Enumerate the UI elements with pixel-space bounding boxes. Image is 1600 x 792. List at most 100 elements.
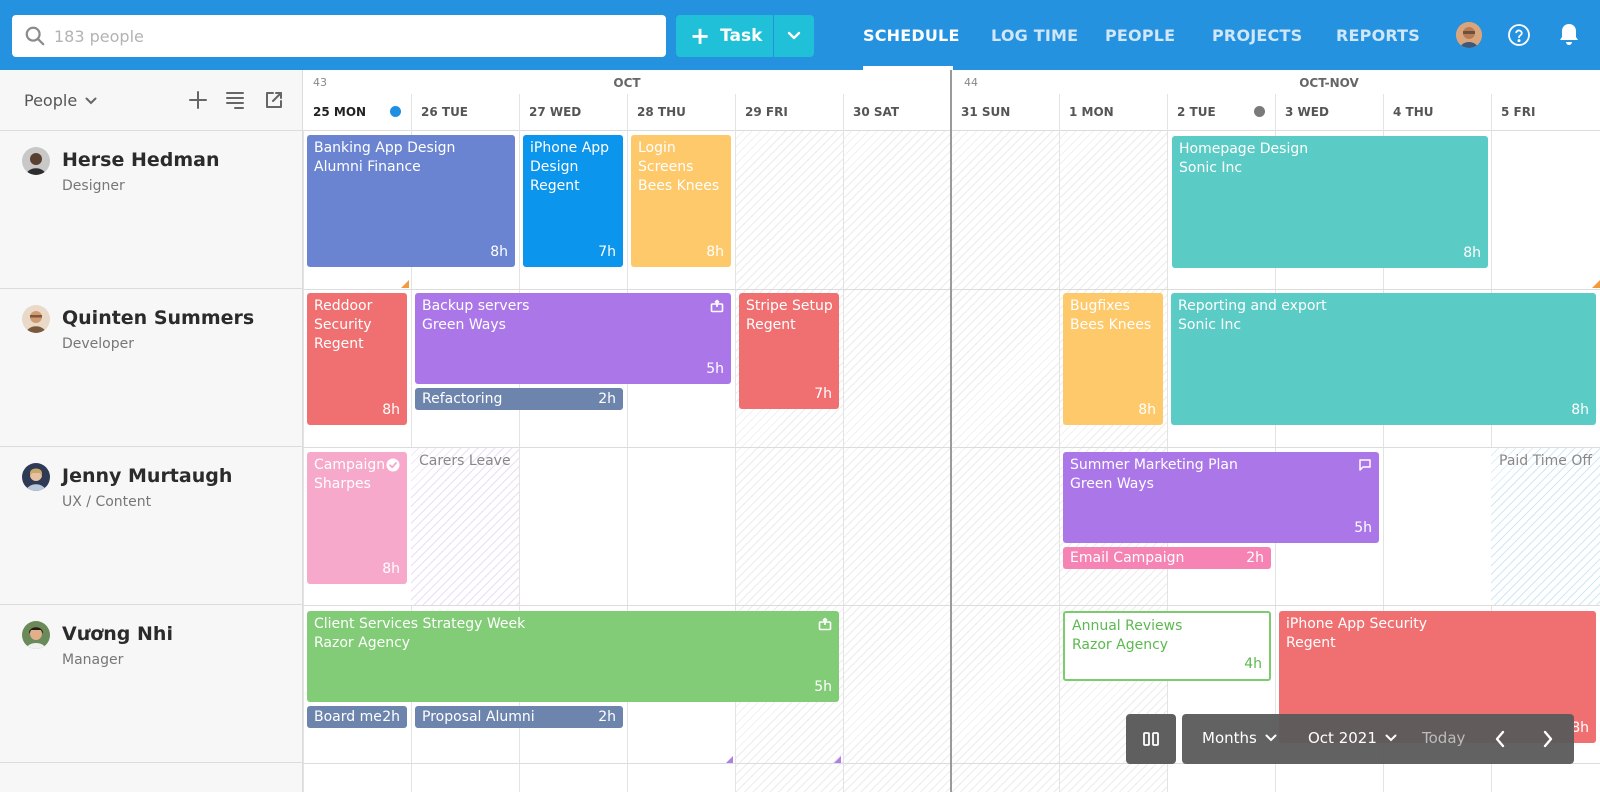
- help-icon[interactable]: [1507, 23, 1531, 47]
- overtime-marker: [1592, 280, 1600, 288]
- day-label: 29 FRI: [745, 105, 788, 119]
- task-client: Green Ways: [1070, 476, 1154, 492]
- comment-icon: [1359, 459, 1371, 471]
- task-block[interactable]: Proposal Alumni 2h: [415, 706, 623, 728]
- task-hours: 2h: [598, 391, 616, 407]
- view-mode-dropdown[interactable]: Months: [1202, 729, 1277, 747]
- person-name: Herse Hedman: [62, 149, 220, 171]
- task-hours: 4h: [1244, 656, 1262, 672]
- day-column-weekend[interactable]: [951, 131, 1059, 792]
- task-block[interactable]: Reddoor Security Regent 8h: [307, 293, 407, 425]
- task-block[interactable]: Summer Marketing Plan Green Ways 5h: [1063, 452, 1379, 543]
- divider: [843, 94, 844, 131]
- export-icon[interactable]: [264, 90, 284, 110]
- person-role: Manager: [62, 652, 124, 668]
- leave-block[interactable]: Carers Leave: [411, 448, 519, 605]
- task-title: iPhone App Security: [1286, 616, 1427, 632]
- chevron-down-icon: [787, 31, 801, 40]
- divider: [627, 94, 628, 131]
- task-block[interactable]: Board me 2h: [307, 706, 407, 728]
- chevron-down-icon: [85, 97, 97, 104]
- task-block[interactable]: Login Screens Bees Knees 8h: [631, 135, 731, 267]
- task-block[interactable]: Homepage Design Sonic Inc 8h: [1172, 136, 1488, 268]
- user-avatar[interactable]: [1456, 22, 1482, 48]
- period-dropdown[interactable]: Oct 2021: [1308, 729, 1397, 747]
- task-hours: 7h: [598, 244, 616, 260]
- task-block[interactable]: Stripe Setup Regent 7h: [739, 293, 839, 409]
- people-sidebar: People Herse Hedman Designer Quinten Sum…: [0, 70, 303, 792]
- task-block[interactable]: Email Campaign 2h: [1063, 547, 1271, 569]
- chevron-right-icon[interactable]: [1542, 730, 1554, 748]
- chevron-left-icon[interactable]: [1494, 730, 1506, 748]
- list-view-icon[interactable]: [225, 90, 245, 110]
- task-block[interactable]: Bugfixes Bees Knees 8h: [1063, 293, 1163, 425]
- person-row: Herse Hedman Designer: [0, 131, 303, 289]
- task-hours: 8h: [1463, 245, 1481, 261]
- task-title: iPhone App Design: [530, 140, 610, 175]
- toggle-view-button[interactable]: [1126, 714, 1176, 764]
- repeat-icon: [710, 299, 724, 313]
- task-block-tentative[interactable]: Annual Reviews Razor Agency 4h: [1063, 611, 1271, 681]
- bell-icon[interactable]: [1557, 22, 1581, 48]
- task-title: Stripe Setup: [746, 298, 832, 314]
- nav-people[interactable]: PEOPLE: [1105, 26, 1175, 45]
- divider: [1491, 94, 1492, 131]
- today-button[interactable]: Today: [1422, 729, 1465, 747]
- add-task-button[interactable]: + Task: [676, 15, 773, 57]
- divider: [1059, 94, 1060, 131]
- day-label: 27 WED: [529, 105, 582, 119]
- task-hours: 7h: [814, 386, 832, 402]
- task-client: Sharpes: [314, 476, 371, 492]
- day-label: 30 SAT: [853, 105, 900, 119]
- task-block[interactable]: Refactoring 2h: [415, 388, 623, 410]
- task-block[interactable]: Backup servers Green Ways 5h: [415, 293, 731, 384]
- day-column-weekend[interactable]: [843, 131, 951, 792]
- person-row: Vương Nhi Manager: [0, 605, 303, 763]
- person-role: UX / Content: [62, 494, 152, 510]
- add-person-icon[interactable]: [188, 90, 208, 110]
- avatar[interactable]: [22, 463, 50, 491]
- nav-schedule[interactable]: SCHEDULE: [863, 26, 960, 45]
- person-row: Quinten Summers Developer: [0, 289, 303, 447]
- task-client: Regent: [314, 336, 364, 352]
- day-label: 31 SUN: [961, 105, 1011, 119]
- divider: [1167, 94, 1168, 131]
- task-hours: 5h: [1354, 520, 1372, 536]
- task-hours: 5h: [706, 361, 724, 377]
- search-box[interactable]: [12, 15, 666, 57]
- people-dropdown-label: People: [24, 91, 78, 110]
- nav-reports[interactable]: REPORTS: [1336, 26, 1420, 45]
- task-title: Proposal Alumni: [422, 709, 535, 725]
- task-block[interactable]: Reporting and export Sonic Inc 8h: [1171, 293, 1596, 425]
- task-hours: 8h: [382, 561, 400, 577]
- task-block[interactable]: iPhone App Design Regent 7h: [523, 135, 623, 267]
- task-client: Regent: [746, 317, 796, 333]
- task-client: Razor Agency: [1072, 637, 1169, 653]
- leave-block[interactable]: Paid Time Off: [1491, 448, 1600, 605]
- avatar[interactable]: [22, 621, 50, 649]
- person-role: Designer: [62, 178, 125, 194]
- task-title: Backup servers: [422, 298, 530, 314]
- month-label: OCT: [613, 76, 641, 90]
- avatar[interactable]: [22, 147, 50, 175]
- task-title: Homepage Design: [1179, 141, 1309, 157]
- task-block[interactable]: Banking App Design Alumni Finance 8h: [307, 135, 515, 267]
- task-block[interactable]: Client Services Strategy Week Razor Agen…: [307, 611, 839, 702]
- search-input[interactable]: [54, 15, 654, 57]
- avatar[interactable]: [22, 305, 50, 333]
- task-title: Annual Reviews: [1072, 618, 1183, 634]
- day-label: 2 TUE: [1177, 105, 1216, 119]
- task-options-button[interactable]: [774, 15, 814, 57]
- task-block[interactable]: Campaign Sharpes 8h: [307, 452, 407, 584]
- task-hours: 8h: [490, 244, 508, 260]
- person-row: Jenny Murtaugh UX / Content: [0, 447, 303, 605]
- day-label-today: 25 MON: [313, 105, 367, 119]
- nav-log-time[interactable]: LOG TIME: [991, 26, 1078, 45]
- people-dropdown[interactable]: People: [24, 91, 97, 110]
- plus-icon: +: [690, 22, 711, 50]
- nav-projects[interactable]: PROJECTS: [1212, 26, 1302, 45]
- task-title: Client Services Strategy Week: [314, 616, 526, 632]
- divider: [519, 94, 520, 131]
- task-hours: 2h: [598, 709, 616, 725]
- check-circle-icon: [386, 458, 400, 472]
